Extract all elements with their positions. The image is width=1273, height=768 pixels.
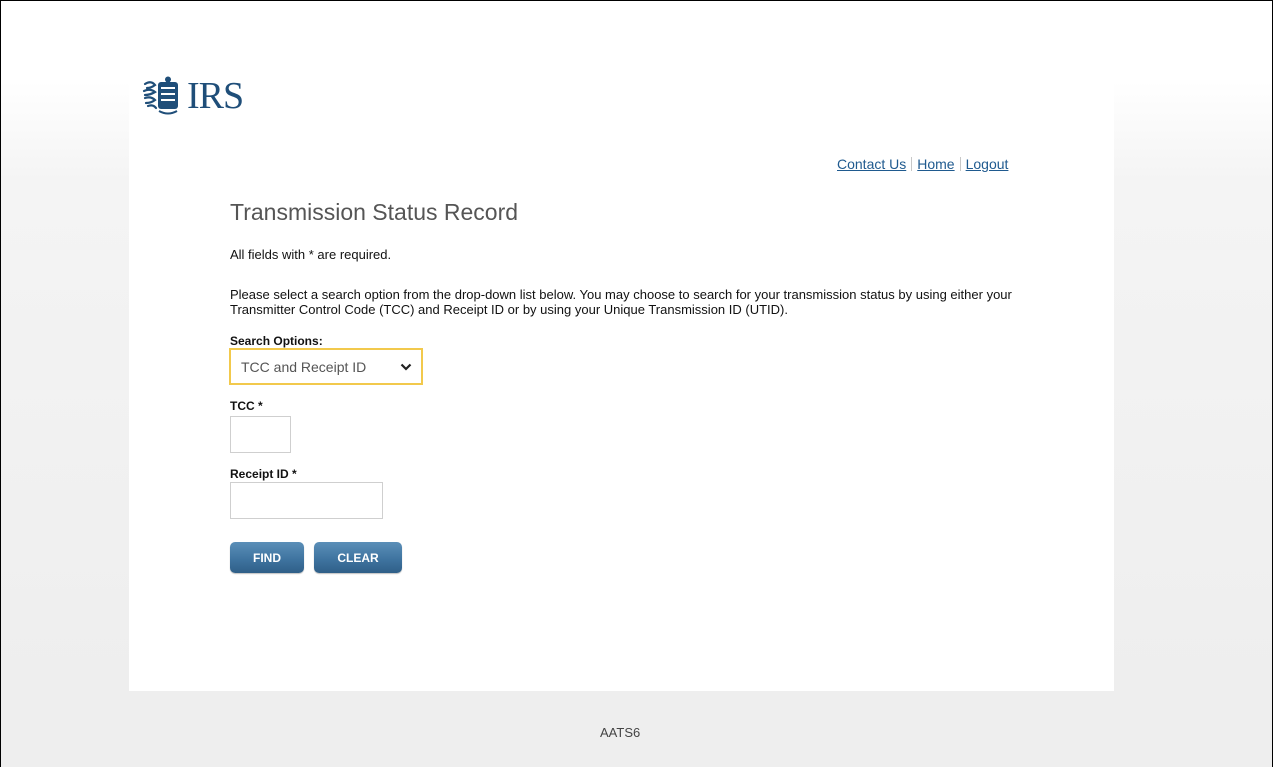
find-button[interactable]: FIND	[230, 542, 304, 573]
link-divider	[959, 157, 961, 171]
required-fields-note: All fields with * are required.	[230, 247, 392, 262]
link-divider	[911, 157, 913, 171]
irs-logo-text: IRS	[187, 75, 244, 117]
search-options-label: Search Options:	[230, 334, 323, 348]
tcc-label: TCC *	[230, 399, 263, 413]
home-link[interactable]: Home	[917, 156, 954, 172]
page-frame: IRS Contact Us Home Logout Transmission …	[0, 0, 1273, 767]
search-options-value: TCC and Receipt ID	[241, 358, 367, 375]
chevron-down-icon	[391, 350, 421, 383]
clear-button[interactable]: CLEAR	[314, 542, 402, 573]
receipt-id-input[interactable]	[230, 482, 383, 519]
receipt-id-label: Receipt ID *	[230, 467, 297, 481]
footer-page-code: AATS6	[600, 725, 641, 740]
irs-eagle-icon	[142, 76, 178, 115]
contact-us-link[interactable]: Contact Us	[837, 156, 906, 172]
page-title: Transmission Status Record	[230, 199, 519, 225]
tcc-input[interactable]	[230, 416, 291, 453]
top-nav-links: Contact Us Home Logout	[837, 156, 1008, 172]
search-instructions: Please select a search option from the d…	[230, 287, 1012, 317]
irs-logo[interactable]: IRS	[141, 73, 244, 119]
logout-link[interactable]: Logout	[966, 156, 1009, 172]
search-options-select[interactable]: TCC and Receipt ID	[229, 348, 423, 385]
